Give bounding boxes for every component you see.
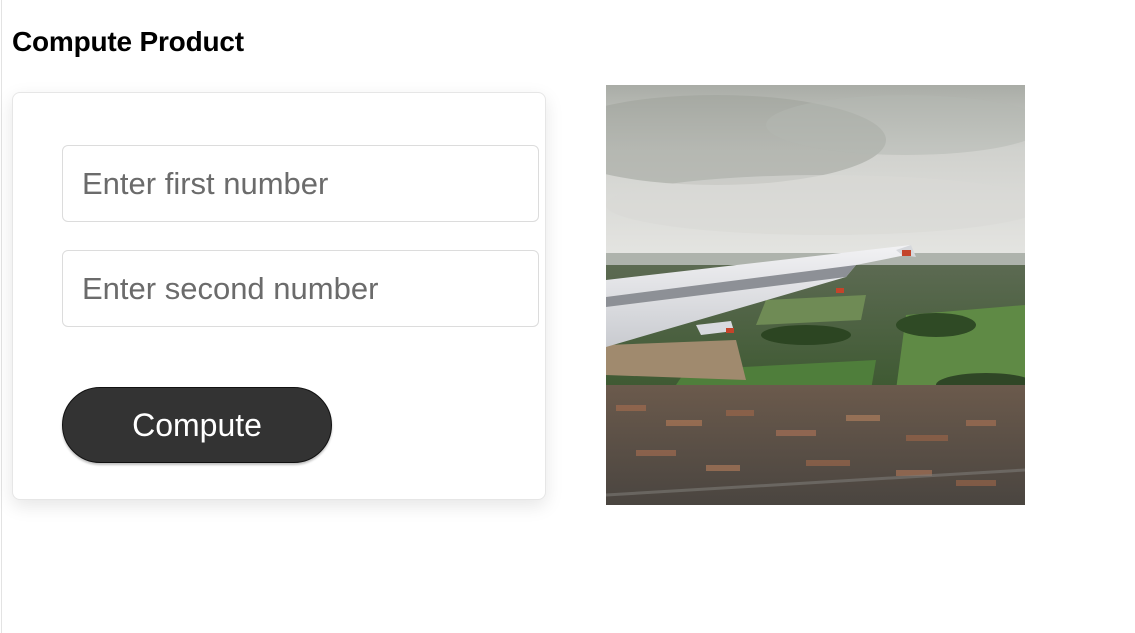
- airplane-wing-photo: [606, 85, 1025, 505]
- left-edge-divider: [1, 0, 2, 633]
- page-title: Compute Product: [12, 26, 244, 57]
- compute-button[interactable]: Compute: [62, 387, 332, 463]
- first-number-input[interactable]: [62, 145, 539, 222]
- second-number-input[interactable]: [62, 250, 539, 327]
- compute-form-card: Compute: [12, 92, 546, 500]
